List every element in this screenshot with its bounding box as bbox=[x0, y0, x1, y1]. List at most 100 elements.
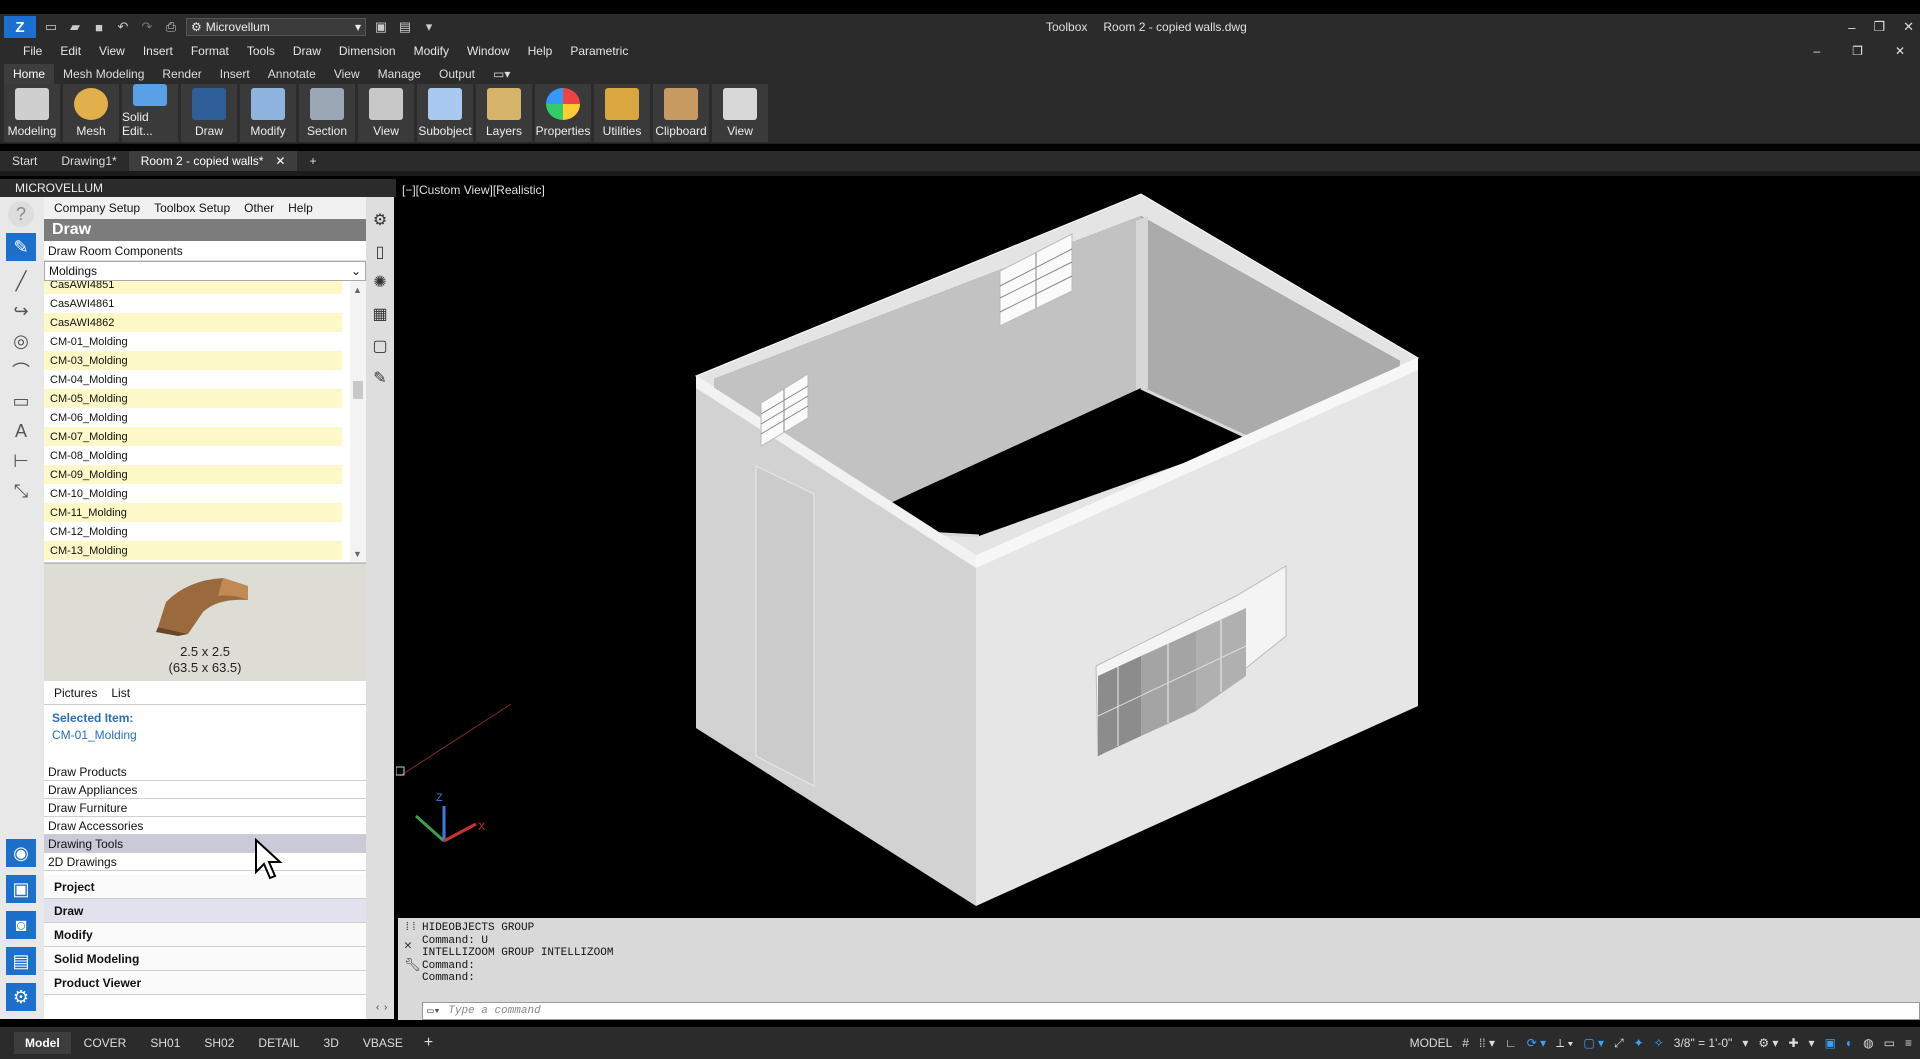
doc-minimize-icon[interactable]: – bbox=[1804, 44, 1829, 58]
command-prompt-icon[interactable]: ▭▾ bbox=[427, 1004, 440, 1018]
undo-icon[interactable]: ↶ bbox=[114, 18, 132, 36]
palette-menu-help[interactable]: Help bbox=[288, 201, 313, 215]
grid-icon[interactable]: # bbox=[1462, 1036, 1469, 1050]
quick-properties-icon[interactable]: ▣ bbox=[1825, 1036, 1836, 1050]
layout-tab-sh01[interactable]: SH01 bbox=[139, 1032, 191, 1054]
close-icon[interactable]: ✕ bbox=[1903, 19, 1914, 35]
workspace-gear-icon[interactable]: ⚙ ▾ bbox=[1758, 1036, 1778, 1050]
menu-item-draw[interactable]: Draw bbox=[284, 44, 330, 58]
layout-tab-sh02[interactable]: SH02 bbox=[193, 1032, 245, 1054]
workspace-select[interactable]: ⚙ Microvellum ▾ bbox=[186, 18, 366, 36]
group-modify[interactable]: Modify bbox=[44, 923, 366, 947]
group-draw[interactable]: Draw bbox=[44, 899, 366, 923]
scroll-down-icon[interactable]: ▼ bbox=[353, 549, 362, 559]
doc-restore-icon[interactable]: ❐ bbox=[1843, 44, 1872, 58]
menu-item-file[interactable]: File bbox=[14, 44, 51, 58]
text-icon[interactable]: A bbox=[6, 417, 36, 445]
cube-icon[interactable]: ▣ bbox=[6, 875, 36, 903]
open-folder-icon[interactable]: ▰ bbox=[66, 18, 84, 36]
ribbon-button-draw[interactable]: Draw bbox=[181, 84, 237, 142]
add-layout-icon[interactable]: + bbox=[414, 1034, 433, 1052]
scroll-right-icon[interactable]: › bbox=[384, 1002, 387, 1013]
palette-menu-toolbox-setup[interactable]: Toolbox Setup bbox=[154, 201, 230, 215]
ribbon-tab-manage[interactable]: Manage bbox=[369, 64, 430, 84]
category-2d-drawings[interactable]: 2D Drawings bbox=[44, 853, 366, 871]
layout-tab-3d[interactable]: 3D bbox=[313, 1032, 350, 1054]
snap-icon[interactable]: ⁞⁞ ▾ bbox=[1479, 1036, 1495, 1050]
ribbon-button-modeling[interactable]: Modeling bbox=[4, 84, 60, 142]
model-space-toggle[interactable]: MODEL bbox=[1410, 1036, 1453, 1050]
circle-icon[interactable]: ◎ bbox=[6, 327, 36, 355]
ribbon-button-clipboard[interactable]: Clipboard bbox=[653, 84, 709, 142]
camera-icon[interactable]: ◙ bbox=[6, 911, 36, 939]
group-project[interactable]: Project bbox=[44, 875, 366, 899]
palette-menu-other[interactable]: Other bbox=[244, 201, 274, 215]
ribbon-tab-annotate[interactable]: Annotate bbox=[259, 64, 325, 84]
plot-icon[interactable]: ▤ bbox=[396, 18, 414, 36]
units-icon[interactable]: ▾ bbox=[1809, 1036, 1815, 1050]
list-scrollbar[interactable]: ▲ ▼ bbox=[350, 281, 366, 562]
list-item[interactable]: CM-05_Molding bbox=[44, 389, 342, 408]
wrench-icon[interactable]: 🔧︎ bbox=[404, 958, 421, 973]
list-item[interactable]: CM-08_Molding bbox=[44, 446, 342, 465]
new-file-icon[interactable]: ▭ bbox=[42, 18, 60, 36]
annotation-monitor-icon[interactable]: ✚ bbox=[1788, 1036, 1798, 1050]
isodraft-icon[interactable]: ⟂ ▾ bbox=[1556, 1036, 1573, 1051]
redo-icon[interactable]: ↷ bbox=[138, 18, 156, 36]
close-icon[interactable]: ✕ bbox=[404, 938, 412, 953]
category-draw-products[interactable]: Draw Products bbox=[44, 763, 366, 781]
ribbon-button-view[interactable]: View bbox=[358, 84, 414, 142]
new-tab-icon[interactable]: + bbox=[297, 151, 328, 171]
gear-icon[interactable]: ⚙ bbox=[371, 211, 389, 229]
dynamic-ucs-icon[interactable]: ⤢ bbox=[1614, 1036, 1624, 1051]
list-item[interactable]: CM-10_Molding bbox=[44, 484, 342, 503]
ribbon-button-view[interactable]: View bbox=[712, 84, 768, 142]
list-item[interactable]: CM-06_Molding bbox=[44, 408, 342, 427]
menu-item-insert[interactable]: Insert bbox=[134, 44, 182, 58]
doc-tab-2[interactable]: Room 2 - copied walls* ✕ bbox=[128, 151, 298, 171]
menu-item-parametric[interactable]: Parametric bbox=[561, 44, 637, 58]
polyline-icon[interactable]: ↪ bbox=[6, 297, 36, 325]
restore-icon[interactable]: ❐ bbox=[1873, 19, 1885, 35]
app-menu-button[interactable]: Z bbox=[4, 16, 36, 38]
marker-icon[interactable]: ✎ bbox=[371, 369, 389, 387]
line-icon[interactable]: ╱ bbox=[6, 267, 36, 295]
menu-item-modify[interactable]: Modify bbox=[405, 44, 458, 58]
ribbon-tab-insert[interactable]: Insert bbox=[211, 64, 259, 84]
ribbon-tab-render[interactable]: Render bbox=[153, 64, 210, 84]
aligned-dimension-icon[interactable]: ⤡ bbox=[6, 477, 36, 505]
scroll-left-icon[interactable]: ‹ bbox=[376, 1002, 379, 1013]
minimize-icon[interactable]: – bbox=[1848, 20, 1855, 35]
list-item[interactable]: CM-03_Molding bbox=[44, 351, 342, 370]
doc-close-icon[interactable]: ✕ bbox=[1886, 44, 1914, 58]
ribbon-overflow-icon[interactable]: ▭▾ bbox=[484, 64, 519, 84]
auto-scale-icon[interactable]: ✧ bbox=[1654, 1036, 1664, 1050]
ribbon-button-mesh[interactable]: Mesh bbox=[63, 84, 119, 142]
customize-icon[interactable]: ≡ bbox=[1905, 1036, 1912, 1050]
settings-icon[interactable]: ✺ bbox=[371, 273, 389, 291]
save-icon[interactable]: ■ bbox=[90, 18, 108, 36]
ribbon-button-utilities[interactable]: Utilities bbox=[594, 84, 650, 142]
doc-tab-0[interactable]: Start bbox=[0, 151, 49, 171]
menu-item-tools[interactable]: Tools bbox=[238, 44, 284, 58]
view-tab-list[interactable]: List bbox=[111, 686, 130, 700]
category-draw-appliances[interactable]: Draw Appliances bbox=[44, 781, 366, 799]
list-item[interactable]: CM-13_Molding bbox=[44, 541, 342, 560]
annotation-visibility-icon[interactable]: ✦ bbox=[1634, 1036, 1644, 1050]
chevron-down-icon[interactable]: ▾ bbox=[1742, 1036, 1748, 1050]
close-tab-icon[interactable]: ✕ bbox=[275, 154, 285, 168]
ribbon-button-properties[interactable]: Properties bbox=[535, 84, 591, 142]
layout-tab-cover[interactable]: COVER bbox=[73, 1032, 138, 1054]
category-dropdown[interactable]: Moldings ⌄ bbox=[44, 261, 366, 281]
grip-icon[interactable]: ⁞⁞ bbox=[404, 922, 417, 934]
page-icon[interactable]: ▢ bbox=[371, 337, 389, 355]
list-item[interactable]: CM-04_Molding bbox=[44, 370, 342, 389]
rectangle-icon[interactable]: ▭ bbox=[6, 387, 36, 415]
publish-icon[interactable]: ▣ bbox=[372, 18, 390, 36]
isolate-icon[interactable]: ◍ bbox=[1863, 1036, 1873, 1050]
hardware-acceleration-icon[interactable]: ◐ bbox=[1846, 1036, 1853, 1050]
dimension-icon[interactable]: ⊢ bbox=[6, 447, 36, 475]
menu-item-view[interactable]: View bbox=[90, 44, 134, 58]
palette-menu-company-setup[interactable]: Company Setup bbox=[54, 201, 140, 215]
ribbon-tab-view[interactable]: View bbox=[325, 64, 369, 84]
